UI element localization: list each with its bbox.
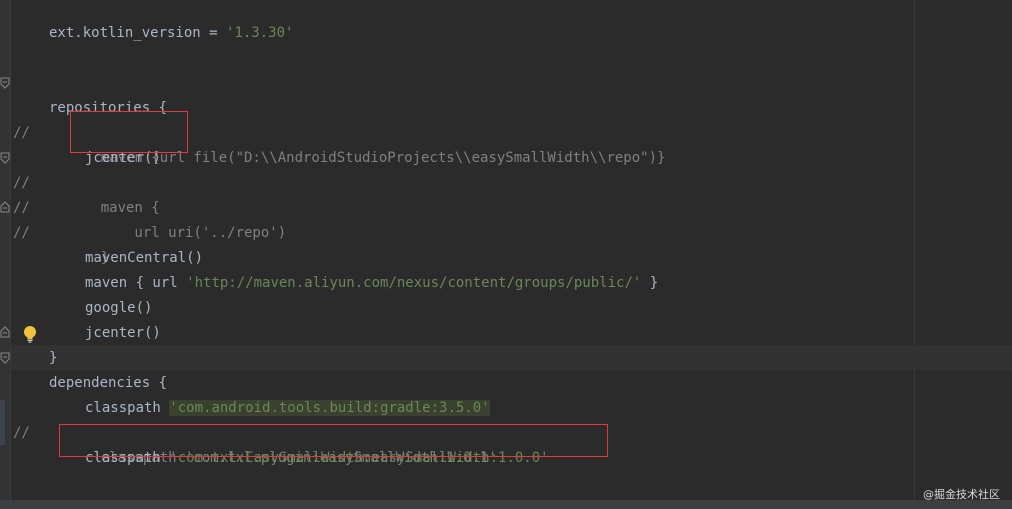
code-line-commented: // } <box>0 196 109 266</box>
code-line: repositories { <box>0 71 167 116</box>
code-line: dependencies { <box>0 346 167 391</box>
code-line: jcenter() <box>0 296 161 341</box>
code-line: google() <box>0 271 152 316</box>
code-line: } <box>0 321 57 366</box>
code-text: ext.kotlin_version = <box>49 25 227 41</box>
code-text: jcenter() <box>85 325 161 341</box>
code-line: maven { url 'http://maven.aliyun.com/nex… <box>0 246 658 291</box>
code-line-commented: // maven { <box>0 146 160 216</box>
code-text: maven { url <box>85 275 187 291</box>
code-line: ext.kotlin_version = '1.3.30' <box>0 0 293 41</box>
annotation-box <box>59 424 608 457</box>
watermark: @掘金技术社区 <box>923 488 1000 501</box>
code-text: google() <box>85 300 153 316</box>
horizontal-scrollbar[interactable] <box>0 500 1012 509</box>
code-line: mavenCentral() <box>0 221 203 266</box>
code-text: } <box>49 350 58 366</box>
code-line-commented: // maven {url file("D:\\AndroidStudioPro… <box>0 96 665 166</box>
code-line: classpath 'com.android.tools.build:gradl… <box>0 371 490 416</box>
right-margin-guide <box>914 0 915 500</box>
code-line-commented: // classpath 'com.txl.plugin:easySmallWi… <box>0 396 497 466</box>
annotation-box <box>70 111 188 153</box>
current-line-highlight <box>11 345 1012 370</box>
code-text: classpath <box>85 400 170 416</box>
code-text: } <box>641 275 659 291</box>
string-literal-highlighted: 'com.android.tools.build:gradle:3.5.0' <box>169 400 490 416</box>
code-line: jcenter() <box>0 121 161 166</box>
code-text: url uri('../repo') <box>67 225 287 241</box>
code-text: mavenCentral() <box>85 250 204 266</box>
code-line-commented: // url uri('../repo') <box>0 171 286 241</box>
code-text: maven { <box>67 200 160 216</box>
string-literal: '1.3.30' <box>226 25 294 41</box>
code-text: dependencies { <box>49 375 168 391</box>
string-literal: 'http://maven.aliyun.com/nexus/content/g… <box>186 275 642 291</box>
lightbulb-icon[interactable] <box>20 324 40 344</box>
code-line: classpath 'com.txl.EasySmallWidth:easySm… <box>0 421 549 466</box>
